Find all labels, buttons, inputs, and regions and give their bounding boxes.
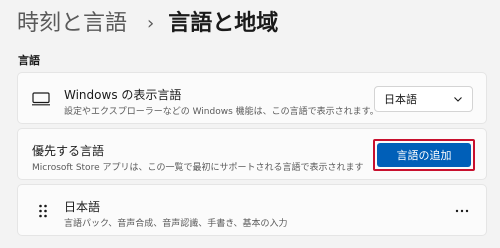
language-item-name: 日本語	[64, 200, 101, 214]
language-list-item[interactable]: 日本語 言語パック、音声合成、音声認識、手書き、基本の入力	[17, 184, 487, 236]
breadcrumb: 時刻と言語 › 言語と地域	[17, 6, 278, 42]
section-label-language: 言語	[18, 54, 40, 67]
preferred-languages-card: 優先する言語 Microsoft Store アプリは、この一覧で最初にサポート…	[17, 128, 487, 180]
display-language-description: 設定やエクスプローラーなどの Windows 機能は、この言語で表示されます。	[64, 107, 379, 117]
display-language-title: Windows の表示言語	[64, 88, 182, 102]
preferred-languages-title: 優先する言語	[32, 144, 105, 158]
display-language-dropdown[interactable]: 日本語	[374, 86, 473, 112]
page-title: 言語と地域	[168, 11, 279, 36]
breadcrumb-separator: ›	[147, 13, 155, 34]
display-language-card: Windows の表示言語 設定やエクスプローラーなどの Windows 機能は…	[17, 72, 487, 124]
breadcrumb-parent[interactable]: 時刻と言語	[17, 13, 127, 35]
chevron-down-icon	[454, 97, 462, 102]
more-options-icon[interactable]	[450, 203, 474, 219]
dropdown-selected-value: 日本語	[384, 93, 417, 106]
add-language-button[interactable]: 言語の追加	[377, 143, 471, 167]
drag-handle-icon[interactable]	[38, 203, 48, 219]
add-language-highlight: 言語の追加	[373, 139, 475, 171]
monitor-icon	[32, 92, 50, 106]
language-item-features: 言語パック、音声合成、音声認識、手書き、基本の入力	[64, 219, 288, 229]
preferred-languages-description: Microsoft Store アプリは、この一覧で最初にサポートされる言語で表…	[32, 163, 364, 173]
